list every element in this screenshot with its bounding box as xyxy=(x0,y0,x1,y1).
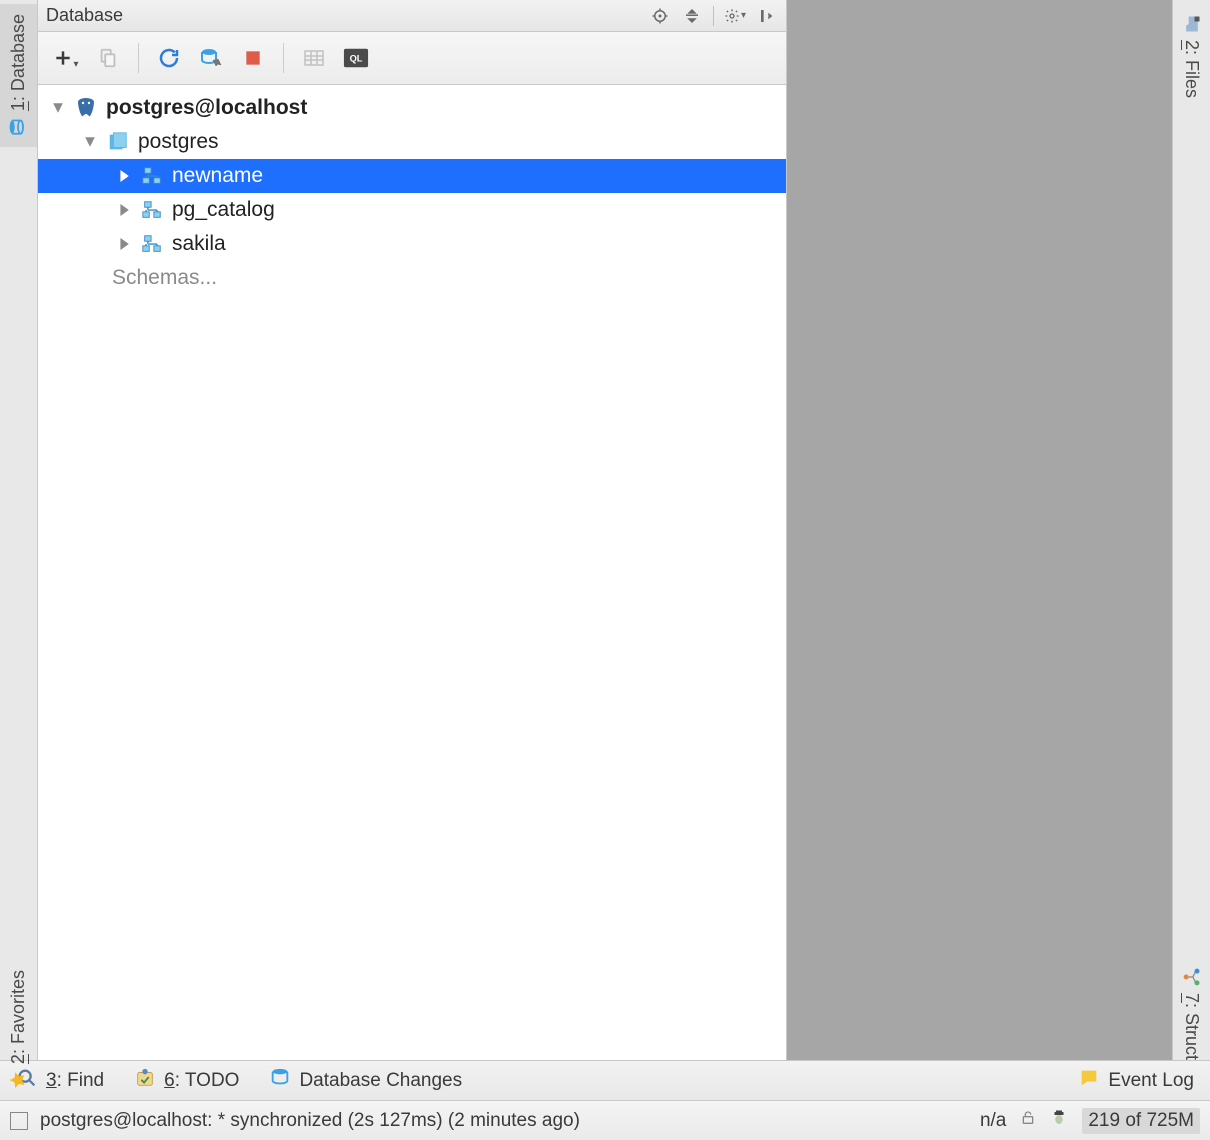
memory-indicator[interactable]: 219 of 725M xyxy=(1082,1108,1200,1134)
tree-database-row[interactable]: postgres xyxy=(38,125,786,159)
schema-label: sakila xyxy=(172,232,226,256)
schemas-link[interactable]: Schemas... xyxy=(38,261,786,295)
copy-button xyxy=(94,44,122,72)
toggle-tool-windows-icon[interactable] xyxy=(10,1112,28,1130)
event-log-button[interactable]: Event Log xyxy=(1078,1067,1194,1095)
schema-icon xyxy=(140,198,164,222)
tree-schema-row[interactable]: pg_catalog xyxy=(38,193,786,227)
todo-tool-button[interactable]: 6: TODO xyxy=(134,1067,239,1095)
tree-datasource-row[interactable]: postgres@localhost xyxy=(38,91,786,125)
hide-panel-icon[interactable] xyxy=(756,5,778,27)
collapse-arrow-icon[interactable] xyxy=(114,200,134,220)
sidebar-tab-files-label: Files xyxy=(1182,60,1202,98)
refresh-button[interactable] xyxy=(155,44,183,72)
collapse-all-icon[interactable] xyxy=(681,5,703,27)
database-icon xyxy=(9,117,29,137)
database-changes-button[interactable]: Database Changes xyxy=(269,1067,462,1095)
svg-text:QL: QL xyxy=(350,54,363,64)
find-label: Find xyxy=(67,1070,104,1091)
status-message: postgres@localhost: * synchronized (2s 1… xyxy=(40,1110,580,1132)
table-editor-button xyxy=(300,44,328,72)
lock-icon[interactable] xyxy=(1020,1109,1036,1133)
panel-title: Database xyxy=(46,5,123,26)
target-icon[interactable] xyxy=(649,5,671,27)
todo-num: 6 xyxy=(164,1070,175,1091)
schema-icon xyxy=(140,164,164,188)
event-log-icon xyxy=(1078,1067,1100,1095)
collapse-arrow-icon[interactable] xyxy=(114,166,134,186)
sidebar-tab-database[interactable]: 1: Database xyxy=(0,4,37,147)
event-log-label: Event Log xyxy=(1108,1070,1194,1092)
datasource-label: postgres@localhost xyxy=(106,96,307,120)
sidebar-tab-files[interactable]: 2: Files xyxy=(1173,4,1210,108)
open-console-button[interactable]: QL xyxy=(342,44,370,72)
left-gutter: 1: Database 2: Favorites xyxy=(0,0,38,1100)
database-tree-panel: postgres@localhost postgres newname pg_c… xyxy=(38,85,786,1060)
collapse-arrow-icon[interactable] xyxy=(114,234,134,254)
stop-button[interactable] xyxy=(239,44,267,72)
expand-arrow-icon[interactable] xyxy=(48,98,68,118)
database-changes-label: Database Changes xyxy=(299,1070,462,1092)
schema-icon xyxy=(140,232,164,256)
find-num: 3 xyxy=(46,1070,57,1091)
database-changes-icon xyxy=(269,1067,291,1095)
postgres-icon xyxy=(74,96,98,120)
gear-icon[interactable]: ▾ xyxy=(724,5,746,27)
tree-schema-row[interactable]: sakila xyxy=(38,227,786,261)
status-bar: postgres@localhost: * synchronized (2s 1… xyxy=(0,1100,1210,1140)
tree-schema-row[interactable]: newname xyxy=(38,159,786,193)
sidebar-tab-structure-num: 7 xyxy=(1182,993,1202,1003)
database-panel-header: Database ▾ xyxy=(38,0,786,32)
add-button[interactable]: ▾ xyxy=(52,44,80,72)
database-node-icon xyxy=(106,130,130,154)
sidebar-tab-favorites-num: 2 xyxy=(8,1054,28,1064)
database-label: postgres xyxy=(138,130,219,154)
hector-icon[interactable] xyxy=(1050,1108,1068,1134)
data-source-properties-button[interactable] xyxy=(197,44,225,72)
expand-arrow-icon[interactable] xyxy=(80,132,100,152)
right-gutter: 2: Files 7: Structure xyxy=(1172,0,1210,1100)
structure-icon xyxy=(1182,967,1202,987)
sidebar-tab-favorites-label: Favorites xyxy=(8,970,28,1044)
editor-area xyxy=(786,0,1172,1060)
panel-header-tools: ▾ xyxy=(649,5,778,27)
bottom-toolbar: 3: Find 6: TODO Database Changes Event L… xyxy=(0,1060,1210,1100)
schema-label: pg_catalog xyxy=(172,198,275,222)
todo-label: TODO xyxy=(185,1070,240,1091)
status-encoding[interactable]: n/a xyxy=(980,1110,1006,1132)
todo-icon xyxy=(134,1067,156,1095)
sidebar-tab-files-num: 2 xyxy=(1182,40,1202,50)
database-toolbar: ▾ QL xyxy=(38,32,786,85)
sidebar-tab-database-num: 1 xyxy=(8,101,28,111)
sidebar-tab-favorites[interactable]: 2: Favorites xyxy=(0,960,37,1100)
schema-label: newname xyxy=(172,164,263,188)
files-icon xyxy=(1182,14,1202,34)
sidebar-tab-database-label: Database xyxy=(8,14,28,91)
star-icon xyxy=(9,1070,29,1090)
